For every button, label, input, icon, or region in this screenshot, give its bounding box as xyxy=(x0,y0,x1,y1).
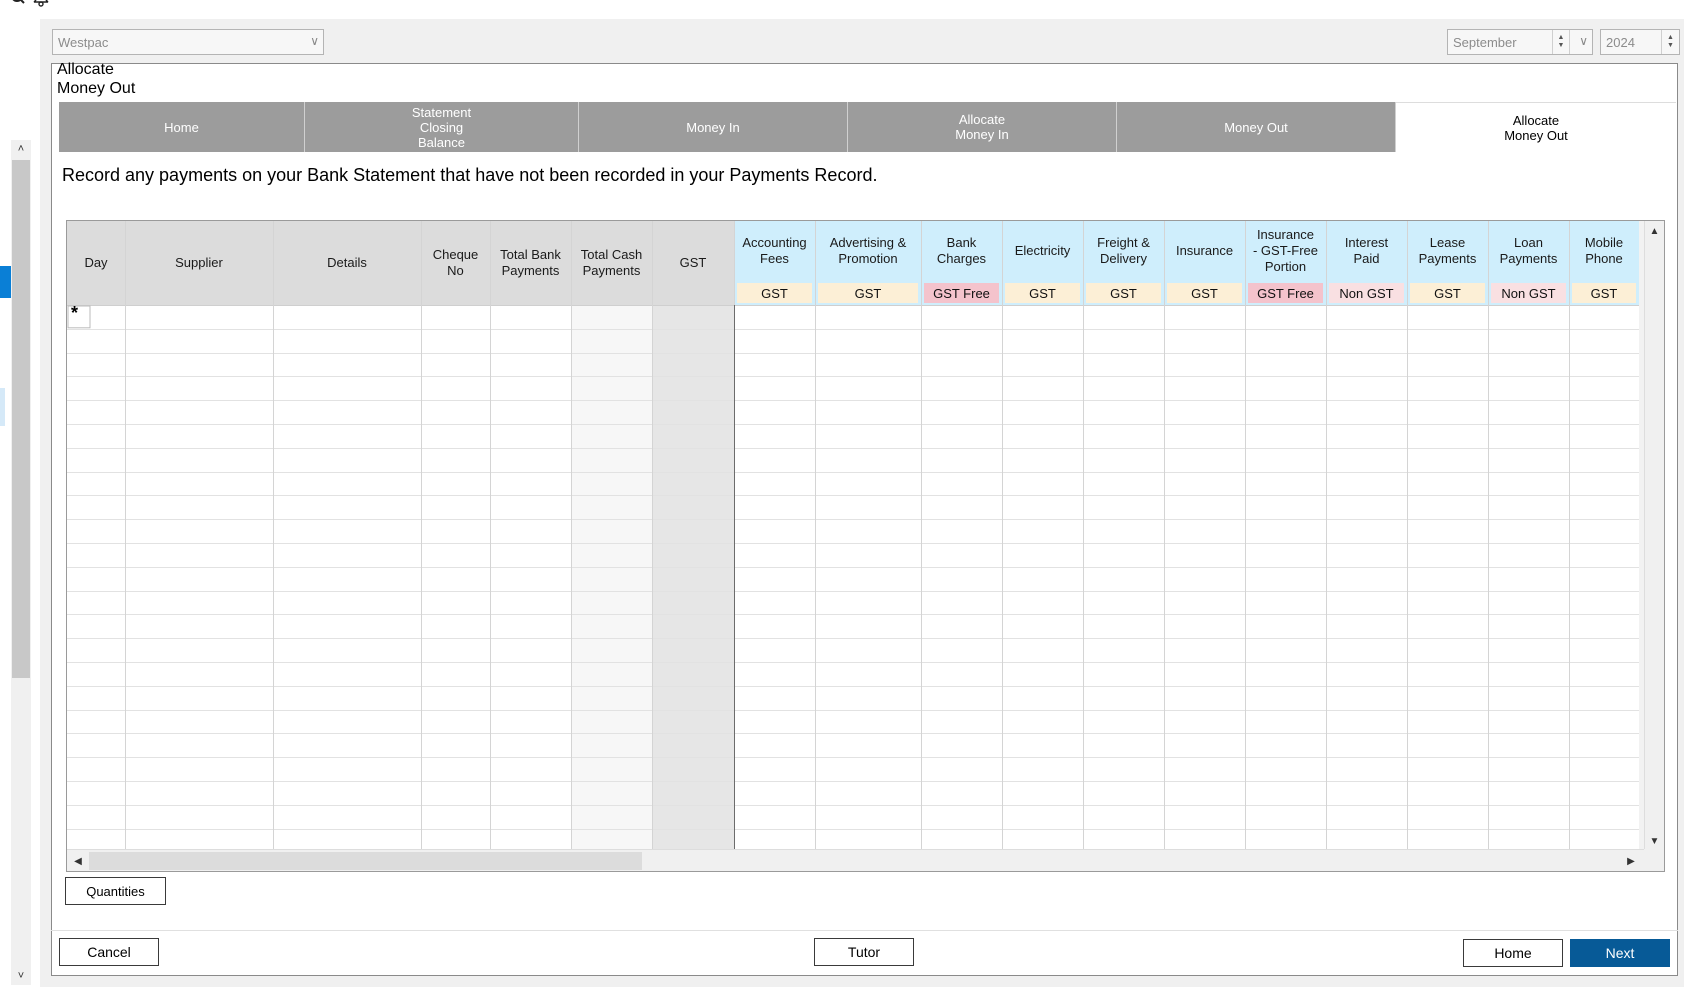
side-indicator-active xyxy=(0,266,11,298)
scroll-corner xyxy=(1644,849,1664,871)
month-combo[interactable]: September ▲ ▼ ∨ xyxy=(1447,29,1593,55)
side-indicator xyxy=(0,388,5,426)
column-header[interactable]: Bank Charges xyxy=(921,221,1002,281)
column-header[interactable]: Electricity xyxy=(1002,221,1083,281)
gst-type-badge: GST Free xyxy=(924,283,999,303)
tab-statement-closing-balance[interactable]: Statement Closing Balance xyxy=(305,102,579,152)
month-combo-value: September xyxy=(1453,34,1517,50)
tab-allocate-money-in[interactable]: Allocate Money In xyxy=(848,102,1117,152)
column-header[interactable]: Lease Payments xyxy=(1407,221,1488,281)
column-header[interactable]: Cheque No xyxy=(421,221,490,305)
gst-type-badge: GST Free xyxy=(1248,283,1323,303)
column-header[interactable]: Interest Paid xyxy=(1326,221,1407,281)
scroll-down-icon[interactable]: ˅ xyxy=(11,967,31,985)
year-combo[interactable]: 2024 ▲ ▼ xyxy=(1600,29,1680,55)
scroll-thumb[interactable] xyxy=(12,160,30,678)
scroll-down-icon[interactable]: ▼ xyxy=(1645,832,1664,850)
tab-money-out[interactable]: Money Out xyxy=(1117,102,1396,152)
chevron-down-icon[interactable]: ∨ xyxy=(310,34,319,48)
column-header[interactable]: Supplier xyxy=(125,221,273,305)
payments-grid[interactable]: Day Supplier Details Cheque No Total Bank Pa… xyxy=(66,220,1665,872)
bank-combo[interactable]: Westpac ∨ xyxy=(52,29,324,55)
divider xyxy=(51,930,1678,931)
scroll-right-icon[interactable]: ▶ xyxy=(1622,852,1640,870)
top-icons xyxy=(10,0,50,8)
grid-vertical-scrollbar[interactable]: ▲ ▼ xyxy=(1644,221,1664,851)
column-header[interactable]: Mobile Phone xyxy=(1569,221,1639,281)
column-header[interactable]: Freight & Delivery xyxy=(1083,221,1164,281)
instruction-text: Record any payments on your Bank Stateme… xyxy=(62,165,878,185)
panel-title-line2: Money Out xyxy=(57,80,136,97)
year-spinner[interactable]: ▲ ▼ xyxy=(1661,30,1679,54)
cancel-button[interactable]: Cancel xyxy=(59,938,159,966)
bell-icon[interactable] xyxy=(32,0,50,8)
grid-horizontal-scrollbar[interactable]: ◀ ▶ xyxy=(67,849,1645,871)
column-header[interactable]: Insurance - GST-Free Portion xyxy=(1245,221,1326,281)
gst-type-badge: GST xyxy=(737,283,812,303)
gst-type-badge: GST xyxy=(818,283,918,303)
scroll-up-icon[interactable]: ▲ xyxy=(1645,222,1664,240)
gst-type-badge: GST xyxy=(1572,283,1636,303)
column-header[interactable]: Details xyxy=(273,221,421,305)
home-button[interactable]: Home xyxy=(1463,939,1563,967)
scroll-up-icon[interactable]: ˄ xyxy=(11,140,31,158)
scroll-thumb[interactable] xyxy=(89,852,642,870)
month-spinner[interactable]: ▲ ▼ xyxy=(1552,30,1570,54)
gst-type-badge: GST xyxy=(1410,283,1485,303)
column-header[interactable]: Advertising & Promotion xyxy=(815,221,921,281)
search-icon[interactable] xyxy=(10,0,26,8)
outer-vertical-scrollbar[interactable]: ˄ ˅ xyxy=(11,140,31,985)
tab-home[interactable]: Home xyxy=(59,102,305,152)
tab-allocate-money-out[interactable]: Allocate Money Out xyxy=(1396,102,1676,152)
panel-title-line1: Allocate xyxy=(57,61,114,78)
quantities-button[interactable]: Quantities xyxy=(65,877,166,905)
column-header[interactable]: Accounting Fees xyxy=(734,221,815,281)
scroll-left-icon[interactable]: ◀ xyxy=(69,852,87,870)
tutor-button[interactable]: Tutor xyxy=(814,938,914,966)
wizard-tabs: Home Statement Closing Balance Money In … xyxy=(59,102,1676,152)
gst-type-badge: GST xyxy=(1005,283,1080,303)
next-button[interactable]: Next xyxy=(1570,939,1670,967)
column-header[interactable]: GST xyxy=(652,221,734,305)
year-combo-value: 2024 xyxy=(1606,34,1635,50)
bank-combo-value: Westpac xyxy=(58,34,109,50)
column-header[interactable]: Insurance xyxy=(1164,221,1245,281)
gst-type-badge: GST xyxy=(1167,283,1242,303)
chevron-down-icon[interactable]: ∨ xyxy=(1579,34,1588,48)
column-header[interactable]: Loan Payments xyxy=(1488,221,1569,281)
grid-lines xyxy=(67,221,1639,850)
tab-money-in[interactable]: Money In xyxy=(579,102,848,152)
column-header[interactable]: Total Cash Payments xyxy=(571,221,652,305)
gst-type-badge: Non GST xyxy=(1491,283,1566,303)
column-header[interactable]: Day xyxy=(67,221,125,305)
new-row-marker: * xyxy=(71,303,79,323)
gst-type-badge: Non GST xyxy=(1329,283,1404,303)
panel-title: Allocate Money Out xyxy=(57,60,135,98)
column-header[interactable]: Total Bank Payments xyxy=(490,221,571,305)
gst-type-badge: GST xyxy=(1086,283,1161,303)
